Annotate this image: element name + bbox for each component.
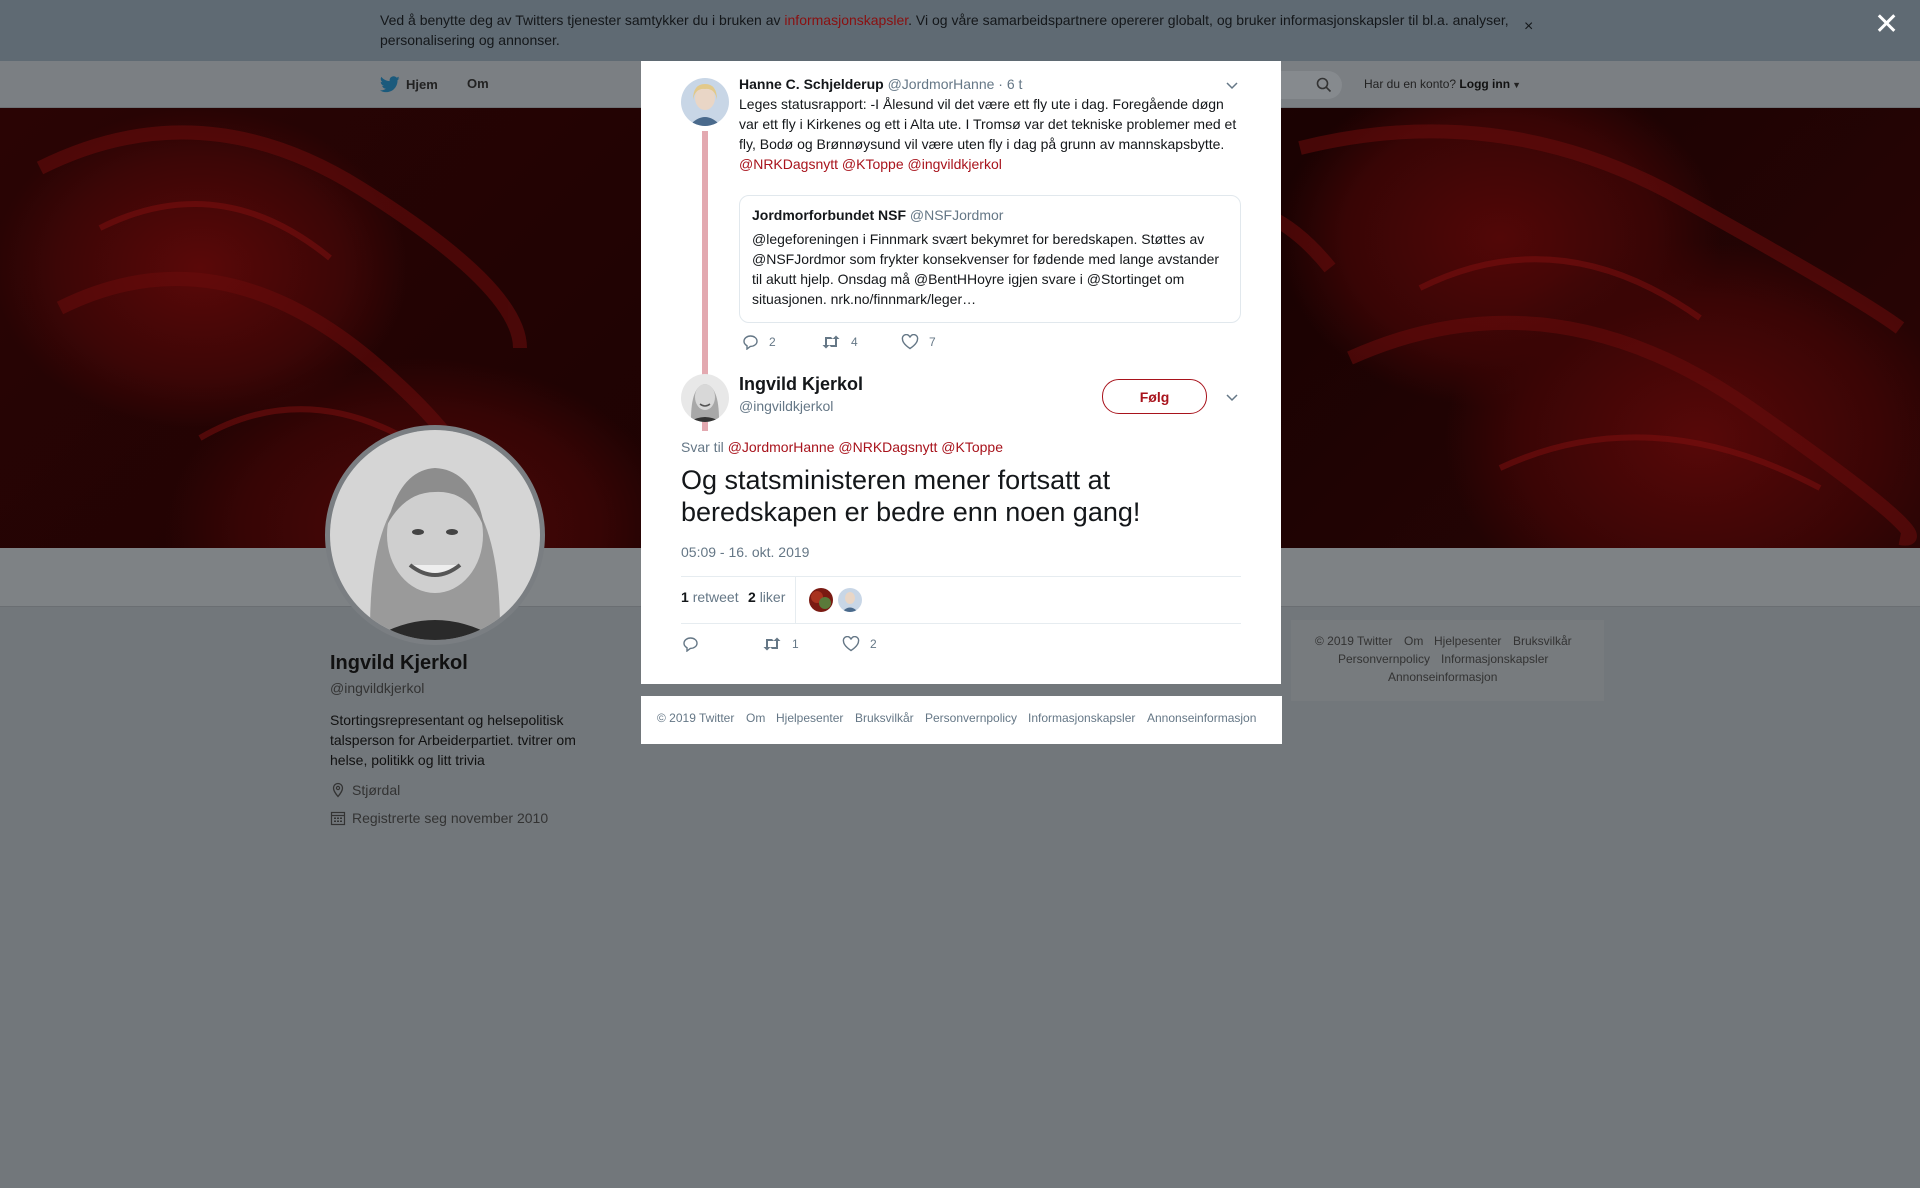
tweet-modal: Hanne C. Schjelderup @JordmorHanne · 6 t… — [641, 61, 1281, 684]
reply-to-mentions[interactable]: @JordmorHanne @NRKDagsnytt @KToppe — [728, 439, 1003, 455]
side-footer-link-help[interactable]: Hjelpesenter — [1434, 634, 1501, 648]
profile-bio: Stortingsrepresentant og helsepolitisk t… — [330, 712, 576, 768]
reply-icon — [743, 335, 758, 350]
heart-icon — [901, 334, 919, 350]
parent-tweet-avatar[interactable] — [681, 78, 729, 126]
profile-location: Stjørdal — [330, 782, 400, 798]
login-link[interactable]: Logg inn — [1459, 77, 1510, 91]
divider — [681, 576, 1241, 577]
main-like-button[interactable]: 2 — [842, 636, 877, 652]
cookie-close-button[interactable]: × — [1524, 18, 1533, 36]
side-footer-link-om[interactable]: Om — [1404, 634, 1423, 648]
profile-avatar[interactable] — [325, 425, 545, 645]
person-photo — [330, 430, 540, 640]
retweet-stat[interactable]: 1 retweet — [681, 589, 739, 605]
liker-avatar[interactable] — [838, 588, 862, 612]
retweet-icon — [763, 637, 781, 651]
main-tweet-name[interactable]: Ingvild Kjerkol — [739, 374, 863, 395]
retweet-stat-count: 1 — [681, 589, 689, 605]
reply-icon — [683, 637, 698, 652]
divider — [681, 623, 1241, 624]
side-footer: © 2019 Twitter Om Hjelpesenter Bruksvilk… — [1291, 620, 1604, 701]
chevron-down-icon[interactable] — [1225, 78, 1239, 92]
main-retweet-count: 1 — [792, 637, 799, 651]
main-reply-button[interactable] — [682, 636, 699, 652]
retweet-stat-label: retweet — [692, 589, 739, 605]
modal-footer: © 2019 Twitter Om Hjelpesenter Bruksvilk… — [641, 696, 1282, 744]
join-date-text: Registrerte seg november 2010 — [352, 810, 549, 826]
reply-to-line: Svar til @JordmorHanne @NRKDagsnytt @KTo… — [681, 439, 1003, 455]
modal-footer-copyright: © 2019 Twitter — [657, 711, 735, 725]
main-tweet-timestamp[interactable]: 05:09 - 16. okt. 2019 — [681, 544, 809, 560]
parent-reply-count: 2 — [769, 335, 776, 349]
person-photo — [681, 374, 729, 422]
main-like-count: 2 — [870, 637, 877, 651]
account-question: Har du en konto? — [1364, 77, 1457, 91]
reply-to-label: Svar til — [681, 439, 724, 455]
main-tweet-handle[interactable]: @ingvildkjerkol — [739, 398, 833, 414]
parent-retweet-button[interactable]: 4 — [821, 334, 858, 350]
location-pin-icon — [332, 782, 344, 798]
parent-tweet-time[interactable]: · 6 t — [998, 76, 1022, 92]
modal-footer-link-help[interactable]: Hjelpesenter — [776, 711, 843, 725]
overlay-close-button[interactable]: ✕ — [1874, 10, 1899, 40]
retweet-icon — [822, 335, 840, 349]
parent-reply-button[interactable]: 2 — [742, 334, 776, 350]
nav-about-link[interactable]: Om — [467, 76, 489, 91]
person-photo — [838, 588, 862, 612]
profile-join-date: Registrerte seg november 2010 — [330, 810, 548, 826]
parent-tweet-mentions[interactable]: @NRKDagsnytt @KToppe @ingvildkjerkol — [739, 154, 1002, 174]
parent-retweet-count: 4 — [851, 335, 858, 349]
quoted-tweet-handle: @NSFJordmor — [909, 207, 1004, 223]
modal-footer-link-cookies[interactable]: Informasjonskapsler — [1028, 711, 1135, 725]
follow-button[interactable]: Følg — [1102, 379, 1207, 414]
modal-footer-link-om[interactable]: Om — [746, 711, 765, 725]
like-stat-count: 2 — [748, 589, 756, 605]
side-footer-link-ads[interactable]: Annonseinformasjon — [1388, 670, 1497, 684]
chevron-down-icon[interactable] — [1225, 390, 1239, 404]
main-retweet-button[interactable]: 1 — [762, 636, 799, 652]
like-stat-label: liker — [759, 589, 786, 605]
parent-tweet-handle[interactable]: @JordmorHanne — [888, 76, 995, 92]
nav-home-label: Hjem — [406, 77, 438, 92]
calendar-icon — [330, 811, 346, 826]
quoted-tweet[interactable]: Jordmorforbundet NSF @NSFJordmor @legefo… — [739, 195, 1241, 323]
parent-tweet-name[interactable]: Hanne C. Schjelderup — [739, 76, 884, 92]
location-text: Stjørdal — [352, 782, 401, 798]
twitter-bird-icon — [380, 76, 400, 93]
modal-footer-link-privacy[interactable]: Personvernpolicy — [925, 711, 1017, 725]
quoted-tweet-name: Jordmorforbundet NSF — [752, 207, 906, 223]
quoted-tweet-text: @legeforeningen i Finnmark svært bekymre… — [752, 231, 1220, 307]
parent-like-count: 7 — [929, 335, 936, 349]
caret-down-icon: ▼ — [1512, 80, 1521, 90]
side-footer-link-privacy[interactable]: Personvernpolicy — [1338, 652, 1430, 666]
rose-thumbnail — [809, 588, 833, 612]
liker-avatar[interactable] — [809, 588, 833, 612]
parent-like-button[interactable]: 7 — [901, 334, 936, 350]
main-tweet-avatar[interactable] — [681, 374, 729, 422]
side-footer-link-terms[interactable]: Bruksvilkår — [1513, 634, 1572, 648]
parent-tweet-text: Leges statusrapport: -I Ålesund vil det … — [739, 96, 1237, 152]
login-prompt: Har du en konto? Logg inn ▼ — [1364, 77, 1521, 91]
side-footer-link-cookies[interactable]: Informasjonskapsler — [1441, 652, 1548, 666]
nav-home-link[interactable]: Hjem — [380, 76, 438, 93]
main-tweet-text: Og statsministeren mener fortsatt at ber… — [681, 465, 1141, 527]
cookie-text-before: Ved å benytte deg av Twitters tjenester … — [380, 12, 785, 28]
like-stat[interactable]: 2 liker — [748, 589, 785, 605]
modal-footer-link-terms[interactable]: Bruksvilkår — [855, 711, 914, 725]
search-icon[interactable] — [1316, 77, 1332, 93]
cookie-banner-text: Ved å benytte deg av Twitters tjenester … — [380, 10, 1520, 50]
profile-handle[interactable]: @ingvildkjerkol — [330, 680, 424, 696]
heart-icon — [842, 636, 860, 652]
parent-tweet-header: Hanne C. Schjelderup @JordmorHanne · 6 t — [739, 74, 1022, 94]
quoted-tweet-header: Jordmorforbundet NSF @NSFJordmor — [752, 207, 1003, 223]
cookie-info-link[interactable]: informasjonskapsler — [784, 12, 908, 28]
person-photo — [681, 78, 729, 126]
side-footer-copyright: © 2019 Twitter — [1315, 634, 1393, 648]
modal-footer-link-ads[interactable]: Annonseinformasjon — [1147, 711, 1256, 725]
profile-name[interactable]: Ingvild Kjerkol — [330, 652, 468, 675]
divider — [795, 577, 796, 623]
